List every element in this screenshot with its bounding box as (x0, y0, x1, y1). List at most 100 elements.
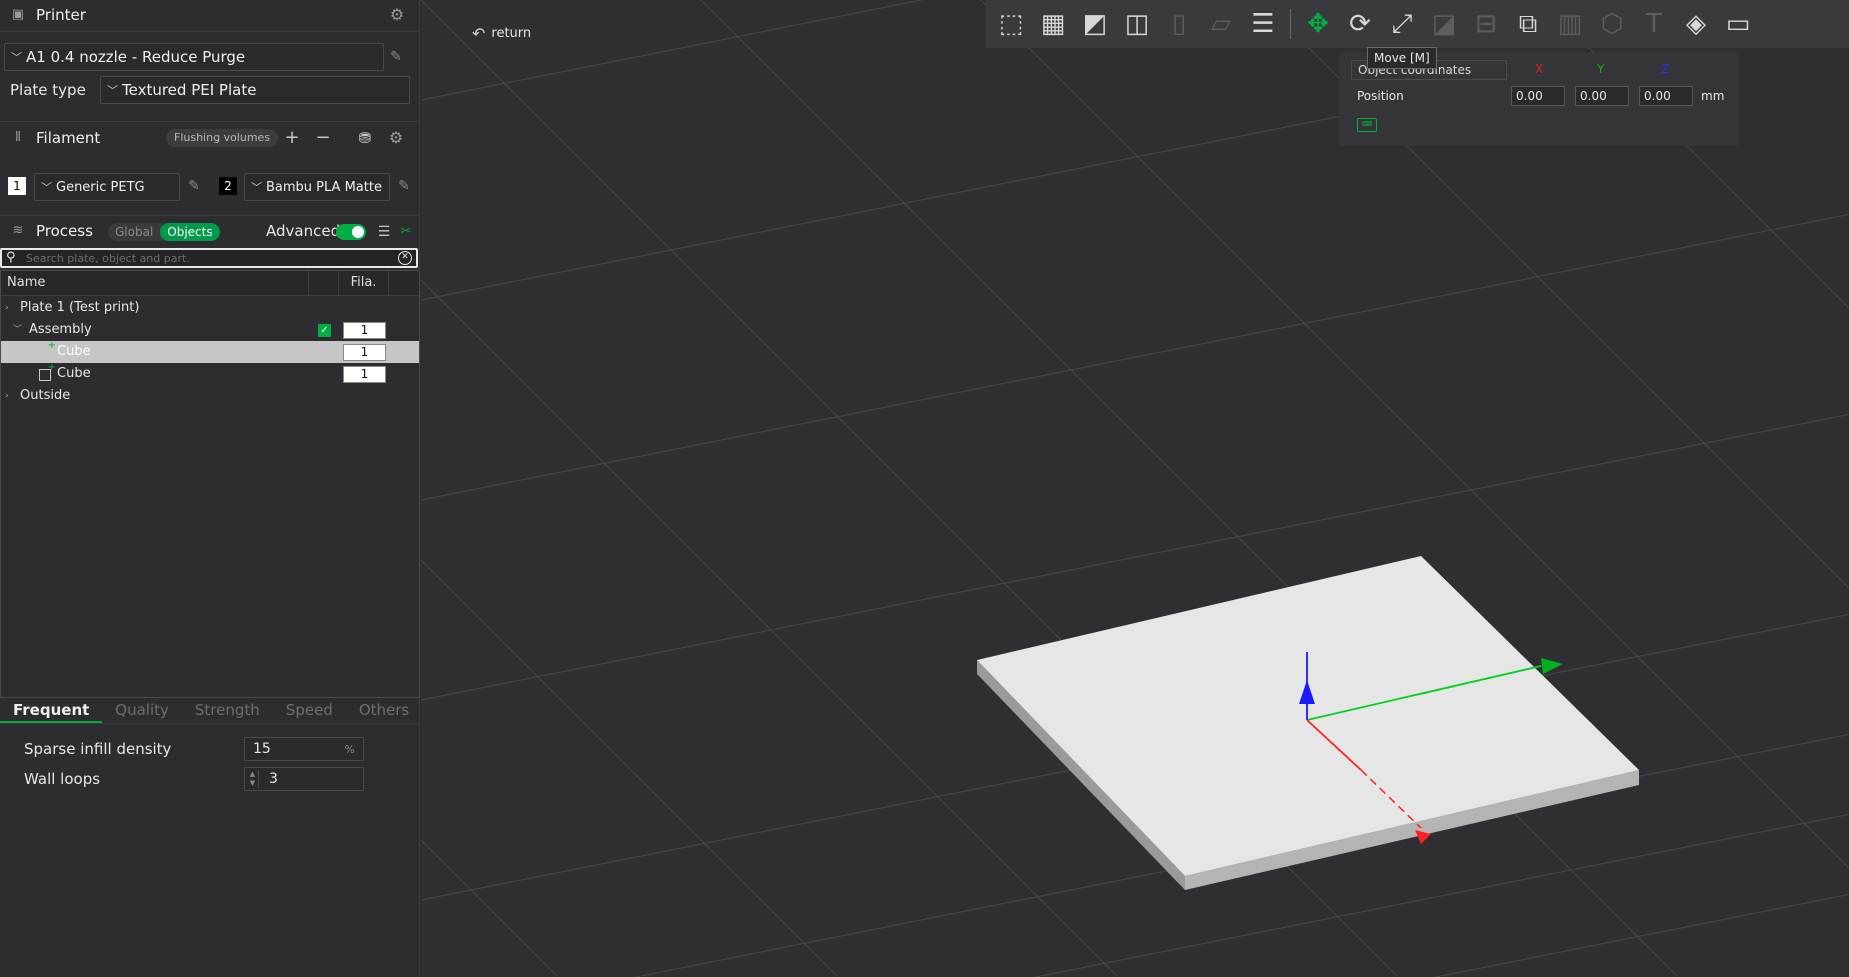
printer-preset-dropdown[interactable]: ﹀ A1 0.4 nozzle - Reduce Purge (4, 43, 384, 71)
return-button[interactable]: ↶ return (472, 24, 531, 43)
flushing-volumes-button[interactable]: Flushing volumes (166, 129, 279, 147)
move-tool-icon[interactable]: ✥ (1297, 4, 1339, 44)
keyboard-shortcut-icon[interactable]: ⌨ (1357, 118, 1377, 132)
3d-viewport[interactable] (421, 0, 1849, 977)
search-input[interactable] (26, 251, 398, 265)
build-plate-grid (421, 0, 1849, 977)
plate-type-label: Plate type (10, 81, 86, 99)
tree-row-label: Assembly (29, 322, 92, 337)
split-objects-icon[interactable]: ▯ (1158, 4, 1200, 44)
arrange-icon[interactable]: ◫ (1116, 4, 1158, 44)
printer-settings-gear-icon[interactable]: ⚙ (388, 6, 406, 24)
plate-type-dropdown[interactable]: ﹀ Textured PEI Plate (100, 76, 410, 104)
filament-sync-icon[interactable]: ⛃ (355, 128, 375, 148)
wall-loops-stepper[interactable]: ▲ ▼ 3 (244, 767, 364, 791)
filament-index-field[interactable]: 1 (343, 322, 386, 339)
chevron-down-icon: ﹀ (107, 84, 118, 97)
seam-paint-icon[interactable]: ⬡ (1591, 4, 1633, 44)
filament-icon: ⦀ (15, 130, 21, 145)
tree-row-label: Outside (20, 388, 71, 403)
move-tooltip: Move [M] (1367, 47, 1437, 69)
object-tree: Name Fila. › Plate 1 (Test print) ﹀ Asse… (0, 270, 420, 698)
collapse-arrow-icon[interactable]: › (5, 297, 9, 319)
return-label: return (491, 26, 532, 41)
position-x-input[interactable]: 0.00 (1511, 86, 1565, 106)
process-icon: ≋ (12, 223, 24, 238)
column-name-header[interactable]: Name (1, 271, 309, 295)
tree-row-plate[interactable]: › Plate 1 (Test print) (1, 297, 419, 319)
clear-search-icon[interactable]: ✕ (398, 251, 412, 265)
tree-row-assembly[interactable]: ﹀ Assembly ✓ 1 (1, 319, 419, 341)
gizmo-y-arrow (1541, 658, 1563, 674)
mode-objects-option[interactable]: Objects (160, 223, 220, 241)
process-compare-icon[interactable]: ✂ (396, 222, 416, 242)
printable-checkbox[interactable]: ✓ (318, 324, 331, 337)
tab-speed[interactable]: Speed (273, 698, 346, 723)
filament-title: Filament (36, 129, 101, 147)
color-paint-icon[interactable]: ◈ (1675, 4, 1717, 44)
filament-index-field[interactable]: 1 (343, 366, 386, 383)
tab-others[interactable]: Others (346, 698, 422, 723)
settings-tabs: Frequent Quality Strength Speed Others (0, 698, 420, 724)
filament-slot-number: 1 (8, 177, 26, 195)
object-search-bar: ⚲ ✕ (0, 248, 418, 268)
undo-arrow-icon: ↶ (472, 24, 486, 43)
chevron-down-icon[interactable]: ﹀ (13, 319, 22, 341)
filament-index-field[interactable]: 1 (343, 344, 386, 361)
toolbar-separator (1290, 9, 1291, 39)
scale-tool-icon[interactable]: ⤢ (1381, 4, 1423, 44)
tree-row-cube[interactable]: Cube 1 (1, 363, 419, 385)
column-fila-header[interactable]: Fila. (339, 271, 389, 295)
filament-1-edit-icon[interactable]: ✎ (186, 178, 202, 194)
column-check-header (309, 271, 339, 295)
tree-row-label: Plate 1 (Test print) (20, 300, 140, 315)
process-list-icon[interactable]: ☰ (374, 222, 394, 242)
position-z-input[interactable]: 0.00 (1639, 86, 1693, 106)
text-tool-icon[interactable]: T (1633, 4, 1675, 44)
filament-2-dropdown[interactable]: ﹀ Bambu PLA Matte (244, 173, 390, 201)
wall-loops-label: Wall loops (24, 770, 101, 788)
filament-settings-gear-icon[interactable]: ⚙ (387, 129, 405, 147)
rotate-tool-icon[interactable]: ⟳ (1339, 4, 1381, 44)
filament-1-name: Generic PETG (56, 179, 145, 195)
add-filament-icon[interactable]: + (282, 128, 302, 148)
split-parts-icon[interactable]: ▱ (1200, 4, 1242, 44)
position-y-input[interactable]: 0.00 (1575, 86, 1629, 106)
lay-on-face-icon[interactable]: ◪ (1423, 4, 1465, 44)
tree-row-cube-selected[interactable]: Cube 1 (1, 341, 419, 363)
printer-preset-value: A1 0.4 nozzle - Reduce Purge (26, 48, 246, 66)
advanced-toggle[interactable] (336, 224, 366, 240)
measure-tool-icon[interactable]: ▭ (1717, 4, 1759, 44)
boolean-tool-icon[interactable]: ⧉ (1507, 4, 1549, 44)
top-toolbar: ⬚ ▦ ◩ ◫ ▯ ▱ ☰ ✥ ⟳ ⤢ ◪ ⊟ ⧉ ▥ ⬡ T ◈ ▭ (986, 0, 1849, 48)
printer-icon: ▣ (11, 7, 25, 22)
add-plate-icon[interactable]: ▦ (1032, 4, 1074, 44)
infill-density-label: Sparse infill density (24, 740, 172, 758)
infill-unit: % (344, 743, 355, 756)
infill-density-field[interactable]: 15 % (244, 737, 364, 761)
filament-2-name: Bambu PLA Matte (266, 179, 382, 195)
collapse-arrow-icon[interactable]: › (5, 385, 9, 407)
process-mode-switch[interactable]: Global Objects (108, 223, 220, 241)
filament-2-edit-icon[interactable]: ✎ (396, 178, 412, 194)
printer-edit-icon[interactable]: ✎ (388, 49, 404, 65)
support-paint-icon[interactable]: ▥ (1549, 4, 1591, 44)
tab-frequent[interactable]: Frequent (0, 698, 103, 723)
position-label: Position (1357, 89, 1404, 103)
filament-1-dropdown[interactable]: ﹀ Generic PETG (34, 173, 180, 201)
filament-slot-number: 2 (219, 177, 237, 195)
layers-icon[interactable]: ☰ (1242, 4, 1284, 44)
cube-top-face (977, 556, 1639, 876)
remove-filament-icon[interactable]: − (313, 128, 333, 148)
tab-quality[interactable]: Quality (102, 698, 182, 723)
mode-global-option[interactable]: Global (108, 223, 160, 241)
add-object-icon[interactable]: ⬚ (990, 4, 1032, 44)
cut-tool-icon[interactable]: ⊟ (1465, 4, 1507, 44)
app-window: ▣ Printer ⚙ ﹀ A1 0.4 nozzle - Reduce Pur… (0, 0, 1849, 977)
spin-arrows-icon[interactable]: ▲ ▼ (247, 770, 259, 788)
divider (0, 31, 420, 32)
wall-loops-value: 3 (269, 771, 278, 787)
auto-orient-icon[interactable]: ◩ (1074, 4, 1116, 44)
tree-row-outside[interactable]: › Outside (1, 385, 419, 407)
tab-strength[interactable]: Strength (182, 698, 273, 723)
